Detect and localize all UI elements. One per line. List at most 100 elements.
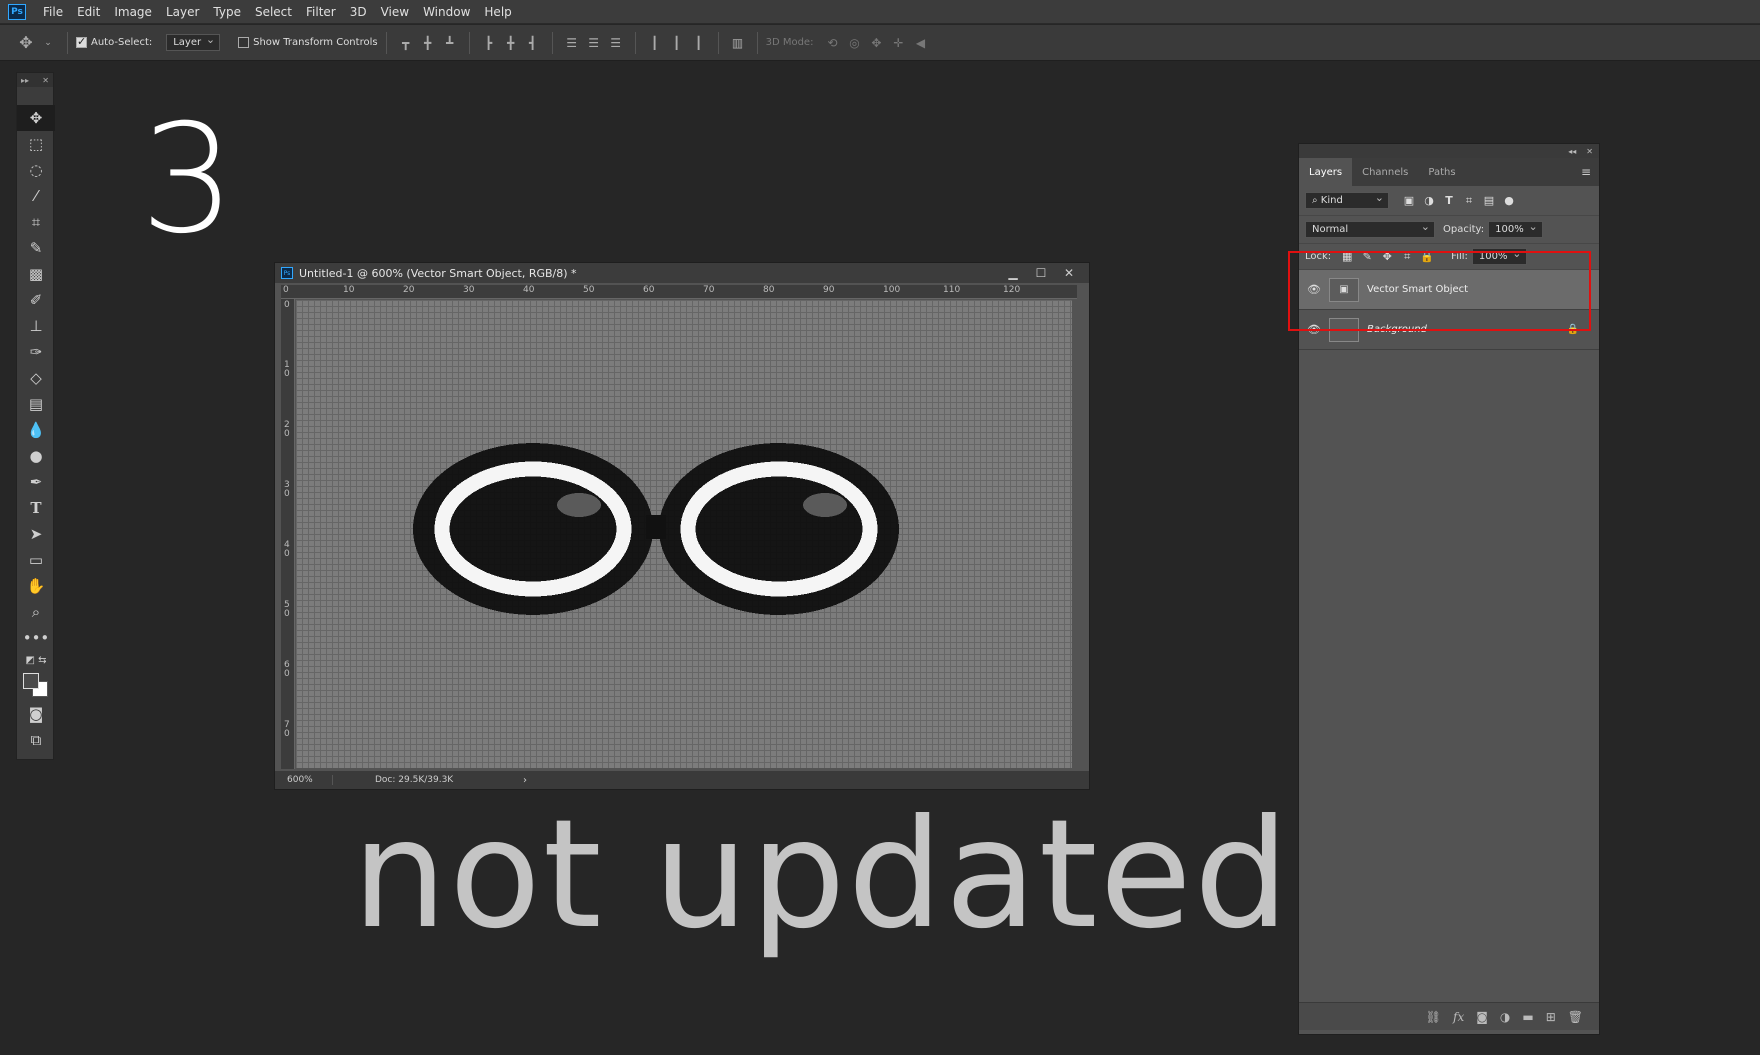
move-tool-icon[interactable]: ✥ [17, 105, 55, 131]
hand-tool-icon[interactable]: ✋ [17, 573, 55, 599]
tab-layers[interactable]: Layers [1299, 158, 1353, 186]
3d-pan-icon[interactable]: ✥ [868, 35, 884, 51]
color-swatches[interactable] [17, 669, 55, 701]
filter-smart-object-icon[interactable]: ▤ [1479, 193, 1499, 209]
3d-slide-icon[interactable]: ✛ [890, 35, 906, 51]
close-icon[interactable]: ✕ [42, 76, 49, 85]
brush-tool-icon[interactable]: ✐ [17, 287, 55, 313]
marquee-tool-icon[interactable]: ⬚ [17, 131, 55, 157]
eyedropper-tool-icon[interactable]: ✎ [17, 235, 55, 261]
3d-mode-label: 3D Mode: [765, 37, 814, 48]
distribute-right-icon[interactable]: ┃ [691, 35, 707, 51]
menu-view[interactable]: View [374, 5, 416, 19]
fx-icon[interactable]: fx [1453, 1010, 1464, 1024]
minimize-icon[interactable]: ▁ [999, 266, 1027, 280]
align-bottom-icon[interactable]: ┻ [442, 35, 458, 51]
auto-select-checkbox[interactable] [76, 35, 87, 48]
dodge-tool-icon[interactable]: ● [17, 443, 55, 469]
menu-select[interactable]: Select [248, 5, 299, 19]
menu-3d[interactable]: 3D [343, 5, 374, 19]
highlight-box [1288, 251, 1591, 331]
align-top-icon[interactable]: ┳ [398, 35, 414, 51]
healing-brush-tool-icon[interactable]: ▩ [17, 261, 55, 287]
magic-wand-tool-icon[interactable]: ⁄ [17, 183, 55, 209]
menu-window[interactable]: Window [416, 5, 477, 19]
close-icon[interactable]: ✕ [1055, 266, 1083, 280]
type-tool-icon[interactable]: T [17, 495, 55, 521]
collapse-icon[interactable]: ▸▸ [21, 76, 29, 85]
zoom-level[interactable]: 600% [275, 775, 333, 785]
distribute-left-icon[interactable]: ┃ [647, 35, 663, 51]
link-layers-icon[interactable]: ⛓ [1426, 1010, 1441, 1024]
move-tool-icon[interactable]: ✥ [18, 33, 34, 52]
screen-mode-icon[interactable]: ⧉ [17, 727, 55, 753]
menu-layer[interactable]: Layer [159, 5, 206, 19]
menu-edit[interactable]: Edit [70, 5, 107, 19]
swap-colors-icon[interactable]: ◩ ⇆ [17, 651, 55, 669]
filter-kind-dropdown[interactable]: ⌕ Kind [1305, 191, 1389, 209]
lasso-tool-icon[interactable]: ◌ [17, 157, 55, 183]
tab-channels[interactable]: Channels [1352, 158, 1418, 186]
auto-select-dropdown[interactable]: Layer [166, 33, 221, 51]
align-hcenter-icon[interactable]: ╋ [503, 35, 519, 51]
more-tools-icon[interactable]: ••• [17, 625, 55, 651]
filter-adjustment-icon[interactable]: ◑ [1419, 193, 1439, 209]
align-right-icon[interactable]: ┫ [525, 35, 541, 51]
crop-tool-icon[interactable]: ⌗ [17, 209, 55, 235]
maximize-icon[interactable]: ☐ [1027, 266, 1055, 280]
doc-size-info[interactable]: Doc: 29.5K/39.3K [333, 775, 523, 785]
distribute-bottom-icon[interactable]: ☰ [608, 35, 624, 51]
close-icon[interactable]: ✕ [1586, 147, 1593, 156]
tab-paths[interactable]: Paths [1418, 158, 1465, 186]
menu-image[interactable]: Image [107, 5, 159, 19]
distribute-vcenter-icon[interactable]: ☰ [586, 35, 602, 51]
filter-toggle-icon[interactable]: ● [1499, 193, 1519, 209]
gradient-tool-icon[interactable]: ▤ [17, 391, 55, 417]
ruler-tick-label: 20 [403, 285, 415, 295]
adjustment-layer-icon[interactable]: ◑ [1500, 1010, 1510, 1024]
ruler-horizontal[interactable]: 0 10 20 30 40 50 60 70 80 90 100 110 120 [281, 285, 1077, 299]
filter-shape-icon[interactable]: ⌗ [1459, 193, 1479, 209]
opacity-input[interactable]: 100% [1488, 220, 1543, 238]
menu-file[interactable]: File [36, 5, 70, 19]
rectangle-tool-icon[interactable]: ▭ [17, 547, 55, 573]
zoom-tool-icon[interactable]: ⌕ [17, 599, 55, 625]
3d-camera-icon[interactable]: ◀ [912, 35, 928, 51]
ruler-vertical[interactable]: 0 1 0 2 0 3 0 4 0 5 0 6 0 7 0 [281, 299, 295, 769]
tool-preset-chevron-icon[interactable]: ⌄ [40, 35, 56, 51]
distribute-hcenter-icon[interactable]: ┃ [669, 35, 685, 51]
3d-orbit-icon[interactable]: ⟲ [824, 35, 840, 51]
ruler-tick-label: 7 0 [284, 720, 290, 739]
delete-layer-icon[interactable]: 🗑 [1568, 1010, 1583, 1024]
show-transform-checkbox[interactable] [238, 37, 250, 48]
pen-tool-icon[interactable]: ✒ [17, 469, 55, 495]
blur-tool-icon[interactable]: 💧 [17, 417, 55, 443]
glasses-artwork[interactable] [296, 300, 1072, 768]
new-group-icon[interactable]: ▬ [1522, 1010, 1533, 1024]
status-expand-icon[interactable]: › [523, 775, 527, 786]
distribute-top-icon[interactable]: ☰ [564, 35, 580, 51]
clone-stamp-tool-icon[interactable]: ⊥ [17, 313, 55, 339]
blend-mode-dropdown[interactable]: Normal [1305, 220, 1435, 238]
menu-filter[interactable]: Filter [299, 5, 343, 19]
document-titlebar[interactable]: Ps Untitled-1 @ 600% (Vector Smart Objec… [275, 263, 1089, 283]
eraser-tool-icon[interactable]: ◇ [17, 365, 55, 391]
filter-pixel-icon[interactable]: ▣ [1399, 193, 1419, 209]
3d-roll-icon[interactable]: ◎ [846, 35, 862, 51]
new-layer-icon[interactable]: ⊞ [1546, 1010, 1556, 1024]
panel-menu-icon[interactable]: ≡ [1573, 158, 1599, 186]
menu-type[interactable]: Type [206, 5, 248, 19]
menu-help[interactable]: Help [477, 5, 518, 19]
auto-align-icon[interactable]: ▥ [730, 35, 746, 51]
filter-type-icon[interactable]: T [1439, 193, 1459, 209]
align-vcenter-icon[interactable]: ╋ [420, 35, 436, 51]
path-selection-tool-icon[interactable]: ➤ [17, 521, 55, 547]
collapse-icon[interactable]: ◂◂ [1568, 147, 1576, 156]
quick-mask-icon[interactable]: ◙ [17, 701, 55, 727]
add-mask-icon[interactable]: ◙ [1476, 1010, 1488, 1024]
history-brush-tool-icon[interactable]: ✑ [17, 339, 55, 365]
align-left-icon[interactable]: ┣ [481, 35, 497, 51]
document-canvas[interactable] [296, 300, 1072, 768]
show-transform-label: Show Transform Controls [253, 37, 378, 48]
foreground-color-swatch[interactable] [23, 673, 39, 689]
